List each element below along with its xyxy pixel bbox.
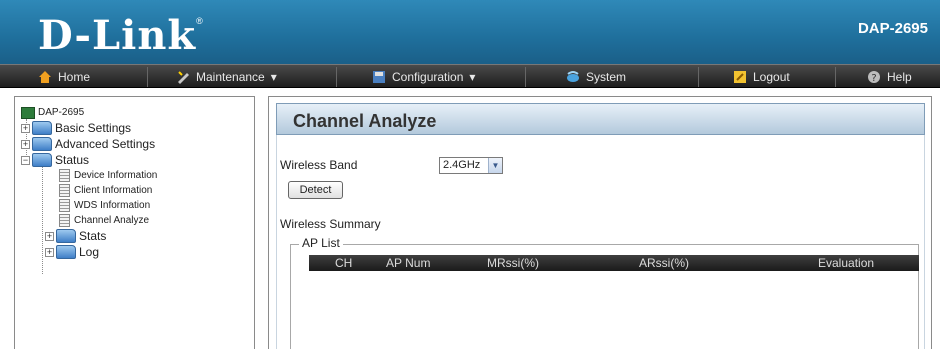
tree-item-log[interactable]: + Log xyxy=(21,244,254,260)
wireless-summary-label: Wireless Summary xyxy=(280,217,381,231)
nav-system[interactable]: System xyxy=(566,68,626,86)
column-header-arssi: ARssi(%) xyxy=(639,256,689,270)
model-name: DAP-2695 xyxy=(857,20,928,37)
column-header-evaluation: Evaluation xyxy=(818,256,875,270)
content-panel: Channel Analyze Wireless Band 2.4GHz ▼ D… xyxy=(268,96,932,349)
tree-item-wds-information[interactable]: WDS Information xyxy=(21,198,254,213)
nav-divider xyxy=(525,67,526,87)
page-icon xyxy=(59,214,70,227)
network-device-icon xyxy=(21,106,35,119)
tree-item-client-information[interactable]: Client Information xyxy=(21,183,254,198)
nav-help[interactable]: ? Help xyxy=(867,68,912,86)
channel-analyze-form: Wireless Band 2.4GHz ▼ Detect Wireless S… xyxy=(276,135,925,349)
page-icon xyxy=(59,199,70,212)
folder-icon xyxy=(32,121,52,135)
expand-icon[interactable]: + xyxy=(45,231,54,241)
folder-icon xyxy=(56,229,76,243)
chevron-down-icon: ▾ xyxy=(469,70,476,84)
detect-button[interactable]: Detect xyxy=(288,181,343,199)
nav-divider xyxy=(147,67,148,87)
ap-list-fieldset: AP List CH AP Num MRssi(%) ARssi(%) Eval… xyxy=(290,236,919,349)
home-icon xyxy=(39,71,51,83)
expand-icon[interactable]: + xyxy=(21,139,30,149)
ap-list-table-header: CH AP Num MRssi(%) ARssi(%) Evaluation xyxy=(309,255,919,271)
system-icon xyxy=(567,71,579,82)
collapse-icon[interactable]: − xyxy=(21,155,30,165)
chevron-down-icon[interactable]: ▼ xyxy=(488,158,502,173)
ap-list-legend: AP List xyxy=(299,236,343,250)
expand-icon[interactable]: + xyxy=(45,247,54,257)
column-header-mrssi: MRssi(%) xyxy=(487,256,539,270)
dlink-logo: D-Link® xyxy=(38,12,204,59)
page-icon xyxy=(59,184,70,197)
tree-item-device-information[interactable]: Device Information xyxy=(21,168,254,183)
tree-item-basic-settings[interactable]: + Basic Settings xyxy=(21,120,254,136)
page-title: Channel Analyze xyxy=(293,111,437,131)
tree-item-channel-analyze[interactable]: Channel Analyze xyxy=(21,213,254,228)
tools-icon xyxy=(178,71,189,84)
column-header-ap-num: AP Num xyxy=(386,256,431,270)
navigation-tree: DAP-2695 + Basic Settings + Advanced Set… xyxy=(14,96,255,349)
nav-home[interactable]: Home xyxy=(38,68,90,86)
page-title-bar: Channel Analyze xyxy=(276,103,925,135)
nav-configuration[interactable]: Configuration ▾ xyxy=(372,68,475,86)
wireless-band-label: Wireless Band xyxy=(280,158,358,172)
page-icon xyxy=(59,169,70,182)
nav-maintenance[interactable]: Maintenance ▾ xyxy=(176,68,277,86)
logout-icon xyxy=(734,71,746,83)
tree-root[interactable]: DAP-2695 xyxy=(21,105,254,120)
column-header-ch: CH xyxy=(335,256,353,270)
expand-icon[interactable]: + xyxy=(21,123,30,133)
tree-item-advanced-settings[interactable]: + Advanced Settings xyxy=(21,136,254,152)
tree-item-stats[interactable]: + Stats xyxy=(21,228,254,244)
nav-divider xyxy=(698,67,699,87)
folder-icon xyxy=(32,137,52,151)
top-nav: Home Maintenance ▾ Configuration ▾ Syste… xyxy=(0,64,940,88)
chevron-down-icon: ▾ xyxy=(270,70,277,84)
header-banner: D-Link® DAP-2695 xyxy=(0,0,940,64)
nav-logout[interactable]: Logout xyxy=(733,68,790,86)
nav-divider xyxy=(336,67,337,87)
folder-icon xyxy=(56,245,76,259)
nav-divider xyxy=(835,67,836,87)
disk-icon xyxy=(373,71,385,83)
folder-open-icon xyxy=(32,153,52,167)
help-icon: ? xyxy=(868,71,880,84)
wireless-band-select[interactable]: 2.4GHz ▼ xyxy=(439,157,503,174)
svg-text:?: ? xyxy=(871,73,876,84)
tree-item-status[interactable]: − Status xyxy=(21,152,254,168)
